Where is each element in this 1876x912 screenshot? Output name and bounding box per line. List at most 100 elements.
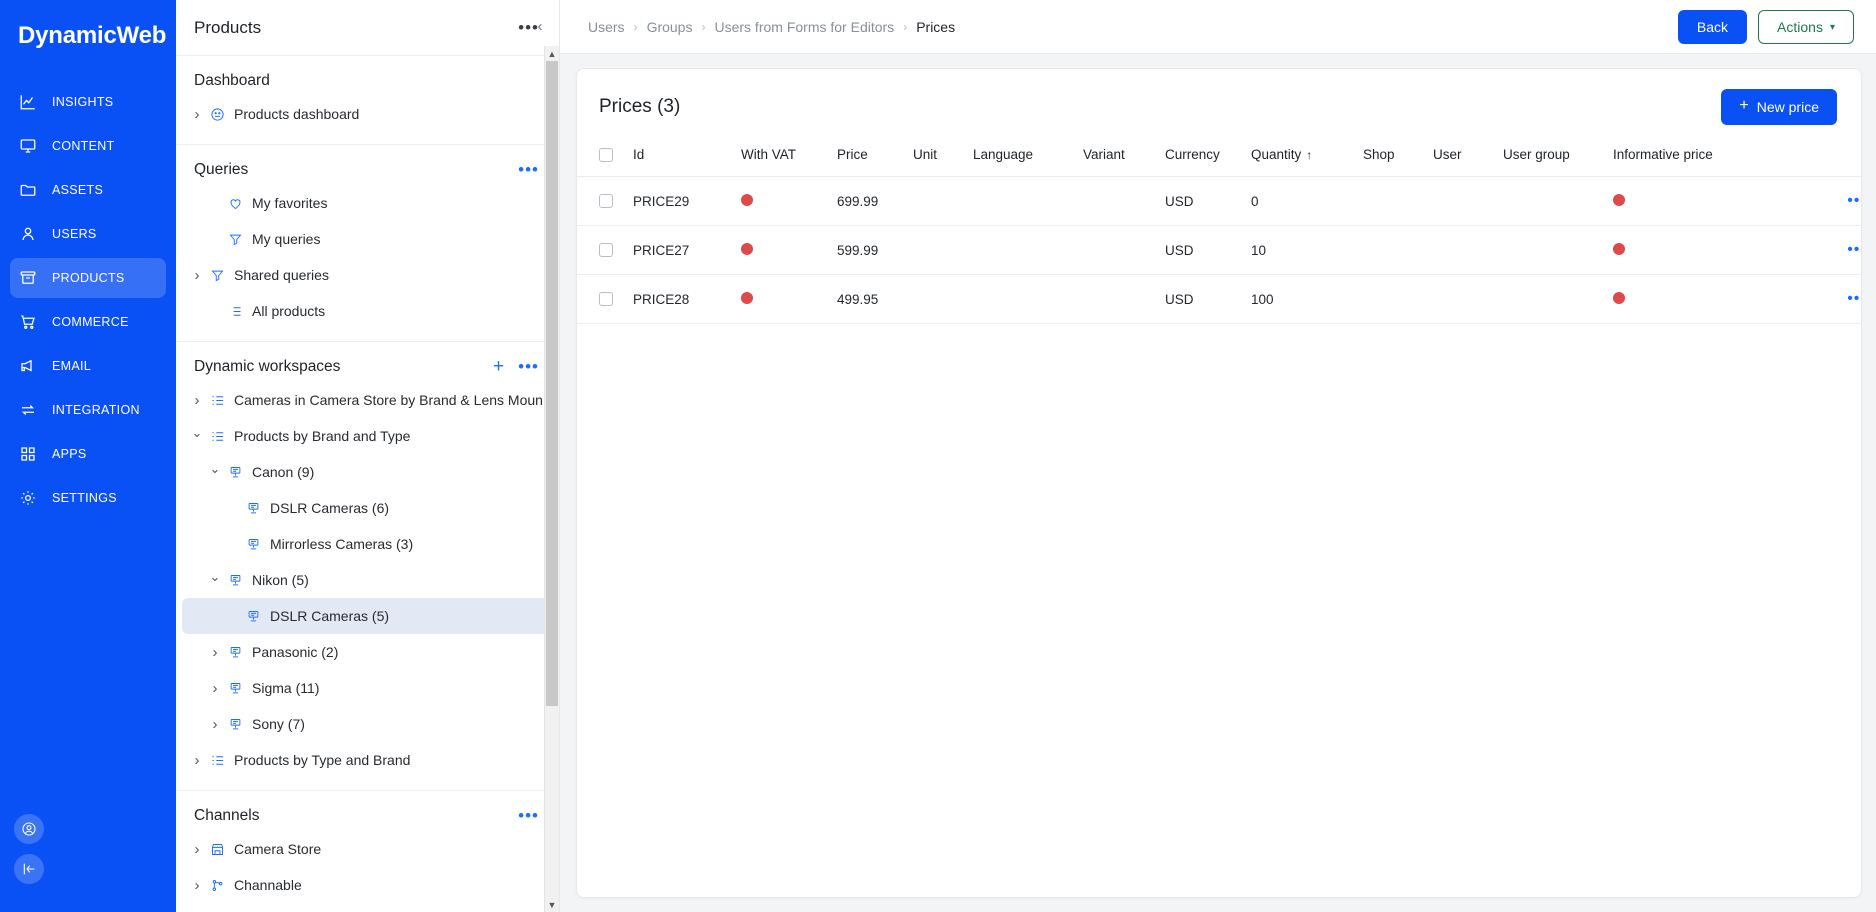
tree-item-all-products[interactable]: All products xyxy=(182,293,553,329)
primary-nav-list: INSIGHTS CONTENT ASSETS USERS PRODUCTS COMMER… xyxy=(0,82,176,518)
scrollbar-thumb[interactable] xyxy=(546,61,558,706)
tree-item-products-by-brand-and-type[interactable]: Products by Brand and Type xyxy=(182,418,553,454)
column-header-quantity[interactable]: Quantity ↑ xyxy=(1245,139,1357,177)
group-overflow-menu[interactable]: ••• xyxy=(518,358,539,375)
column-header-user-group[interactable]: User group xyxy=(1497,139,1607,177)
scrollbar-up-arrow[interactable]: ▲ xyxy=(545,46,559,61)
nav-item-commerce[interactable]: COMMERCE xyxy=(10,302,166,342)
tree-item-sony-7[interactable]: Sony (7) xyxy=(182,706,553,742)
column-header-currency[interactable]: Currency xyxy=(1159,139,1245,177)
back-button[interactable]: Back xyxy=(1677,9,1748,44)
nav-item-settings[interactable]: SETTINGS xyxy=(10,478,166,518)
column-header-informative-price[interactable]: Informative price xyxy=(1607,139,1787,177)
nav-item-assets[interactable]: ASSETS xyxy=(10,170,166,210)
column-header-unit[interactable]: Unit xyxy=(907,139,967,177)
tree-item-channable[interactable]: Channable xyxy=(182,867,553,903)
breadcrumb-item-groups[interactable]: Groups xyxy=(647,19,693,35)
node-icon xyxy=(224,573,246,588)
add-workspace-icon[interactable]: + xyxy=(493,357,504,376)
cell-informative-price xyxy=(1607,176,1787,226)
chevron-right-icon[interactable] xyxy=(206,717,224,732)
breadcrumb-separator: › xyxy=(701,19,706,34)
cell-shop xyxy=(1357,176,1427,226)
nav-item-products[interactable]: PRODUCTS xyxy=(10,258,166,298)
tree-item-shared-queries[interactable]: Shared queries xyxy=(182,257,553,293)
prices-table: Id With VAT Price Unit Language Variant Curren… xyxy=(577,139,1861,324)
new-price-button[interactable]: + New price xyxy=(1721,89,1837,125)
cell-shop xyxy=(1357,274,1427,324)
breadcrumb-item-users[interactable]: Users xyxy=(588,19,625,35)
shopping-cart-icon xyxy=(18,312,38,332)
nav-item-content[interactable]: CONTENT xyxy=(10,126,166,166)
row-checkbox[interactable] xyxy=(599,243,613,257)
breadcrumb-item-users-from-forms-for-editors[interactable]: Users from Forms for Editors xyxy=(714,19,894,35)
row-overflow-menu[interactable]: ••• xyxy=(1787,176,1861,226)
tree-item-camera-store[interactable]: Camera Store xyxy=(182,831,553,867)
tree-item-dslr-cameras-5[interactable]: DSLR Cameras (5) xyxy=(182,598,553,634)
column-header-price[interactable]: Price xyxy=(831,139,907,177)
select-all-checkbox[interactable] xyxy=(599,147,613,162)
chevron-right-icon[interactable] xyxy=(188,878,206,893)
table-row[interactable]: PRICE29 699.99 USD0 ••• xyxy=(577,176,1861,226)
chevron-right-icon[interactable] xyxy=(188,842,206,857)
account-circle-icon[interactable] xyxy=(14,814,44,844)
tree-item-label: Canon (9) xyxy=(252,464,315,480)
chevron-down-icon[interactable] xyxy=(206,465,224,479)
app-root: DynamicWeb INSIGHTS CONTENT ASSETS USERS PRO… xyxy=(0,0,1876,912)
tree-item-my-queries[interactable]: My queries xyxy=(182,221,553,257)
monitor-icon xyxy=(18,136,38,156)
column-header-with-vat[interactable]: With VAT xyxy=(735,139,831,177)
row-select-cell xyxy=(577,274,627,324)
column-header-shop[interactable]: Shop xyxy=(1357,139,1427,177)
chevron-down-icon[interactable] xyxy=(188,429,206,443)
tree-item-panasonic-2[interactable]: Panasonic (2) xyxy=(182,634,553,670)
tree-item-cameras-in-camera-store-by-brand-lens-mount[interactable]: Cameras in Camera Store by Brand & Lens … xyxy=(182,382,553,418)
user-icon xyxy=(18,224,38,244)
chevron-right-icon[interactable] xyxy=(188,107,206,122)
column-header-id[interactable]: Id xyxy=(627,139,735,177)
cell-with-vat xyxy=(735,176,831,226)
column-header-variant[interactable]: Variant xyxy=(1077,139,1159,177)
nav-item-apps[interactable]: APPS xyxy=(10,434,166,474)
collapse-left-icon[interactable] xyxy=(14,854,44,884)
actions-button[interactable]: Actions ▾ xyxy=(1758,9,1854,44)
panel-collapse-chevron-left-icon[interactable]: ‹ xyxy=(530,16,550,36)
nav-item-insights[interactable]: INSIGHTS xyxy=(10,82,166,122)
row-checkbox[interactable] xyxy=(599,194,613,208)
chevron-right-icon[interactable] xyxy=(188,393,206,408)
table-row[interactable]: PRICE28 499.95 USD100 ••• xyxy=(577,274,1861,324)
row-checkbox[interactable] xyxy=(599,292,613,306)
tree-item-my-favorites[interactable]: My favorites xyxy=(182,185,553,221)
chevron-right-icon[interactable] xyxy=(188,753,206,768)
scrollbar-down-arrow[interactable]: ▼ xyxy=(545,897,559,912)
chevron-down-icon[interactable] xyxy=(206,573,224,587)
row-overflow-menu[interactable]: ••• xyxy=(1787,225,1861,275)
tree-item-nikon-5[interactable]: Nikon (5) xyxy=(182,562,553,598)
row-select-cell xyxy=(577,225,627,275)
tree-item-mirrorless-cameras-3[interactable]: Mirrorless Cameras (3) xyxy=(182,526,553,562)
cell-unit xyxy=(907,176,967,226)
chevron-right-icon[interactable] xyxy=(206,645,224,660)
column-header-label: Quantity xyxy=(1251,147,1302,162)
chevron-right-icon[interactable] xyxy=(206,681,224,696)
workspace-list-icon xyxy=(206,753,228,768)
tree-item-dslr-cameras-6[interactable]: DSLR Cameras (6) xyxy=(182,490,553,526)
nav-item-integration[interactable]: INTEGRATION xyxy=(10,390,166,430)
tree-item-products-by-type-and-brand[interactable]: Products by Type and Brand xyxy=(182,742,553,778)
row-overflow-menu[interactable]: ••• xyxy=(1787,274,1861,324)
column-header-user[interactable]: User xyxy=(1427,139,1497,177)
tree-item-products-dashboard[interactable]: Products dashboard xyxy=(182,96,553,132)
node-icon xyxy=(242,537,264,552)
panel-scrollbar[interactable]: ▲ ▼ xyxy=(544,46,559,912)
tree-item-sigma-11[interactable]: Sigma (11) xyxy=(182,670,553,706)
tree-item-canon-9[interactable]: Canon (9) xyxy=(182,454,553,490)
column-header-language[interactable]: Language xyxy=(967,139,1077,177)
chevron-right-icon[interactable] xyxy=(188,268,206,283)
cell-language xyxy=(967,225,1077,275)
group-overflow-menu[interactable]: ••• xyxy=(518,161,539,178)
nav-item-email[interactable]: EMAIL xyxy=(10,346,166,386)
funnel-icon xyxy=(206,268,228,283)
nav-item-users[interactable]: USERS xyxy=(10,214,166,254)
table-row[interactable]: PRICE27 599.99 USD10 ••• xyxy=(577,225,1861,275)
group-overflow-menu[interactable]: ••• xyxy=(518,807,539,824)
